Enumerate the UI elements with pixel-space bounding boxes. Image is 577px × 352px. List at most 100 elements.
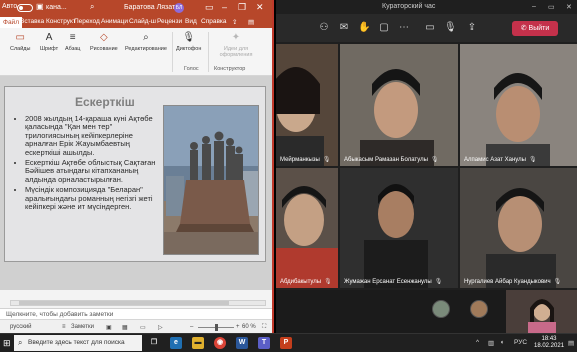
- save-icon[interactable]: ▣: [36, 2, 44, 11]
- maximize-icon[interactable]: ▭: [548, 3, 555, 11]
- notes-button[interactable]: Заметки: [71, 324, 94, 330]
- ppt-title-bar: Авто ▣ кана... ⌕ Баратова Лязат БЛ ▭ – ❐…: [0, 0, 272, 16]
- microphone-icon[interactable]: 🎙: [444, 22, 457, 34]
- language-status[interactable]: русский: [10, 324, 32, 330]
- tab-transitions[interactable]: Переход: [74, 18, 100, 25]
- participant-avatar[interactable]: [432, 300, 450, 318]
- shapes-icon: ◇: [99, 32, 108, 43]
- language-indicator[interactable]: РУС: [514, 339, 527, 346]
- participant-name: Жумажан Ерсанат Есенжанулы 🎙: [344, 279, 443, 285]
- clock-date: 18.02.2021: [534, 343, 565, 349]
- tray-overflow-icon[interactable]: ^: [476, 339, 479, 346]
- file-explorer-icon[interactable]: ▬: [192, 337, 204, 349]
- volume-icon[interactable]: ◖: [500, 339, 504, 346]
- participants-icon[interactable]: ⚇: [318, 22, 330, 34]
- teams-window: Кураторский час – ▭ ✕ ⚇ ✉ ✋ ▢ ⋯ ▭ 🎙 ⇪ ✆ …: [276, 0, 577, 333]
- design-ideas-button[interactable]: ✦ Идеи для оформления: [212, 32, 260, 58]
- slide-body[interactable]: 2008 жылдың 14-қараша күні Ақтөбе қаласы…: [15, 114, 160, 213]
- notes-icon[interactable]: ≡: [62, 324, 66, 330]
- video-tile[interactable]: Абыкасым Рамазан Болатулы 🎙: [340, 44, 458, 166]
- close-icon[interactable]: ✕: [566, 3, 572, 11]
- close-icon[interactable]: ✕: [256, 2, 264, 13]
- mic-muted-icon: 🎙: [553, 279, 562, 285]
- slide-title[interactable]: Ескерткіш: [75, 95, 135, 109]
- tab-help[interactable]: Справка: [201, 18, 227, 25]
- mic-muted-icon: 🎙: [434, 279, 443, 285]
- dictate-button[interactable]: 🎙 Диктофон: [176, 32, 201, 52]
- editing-button[interactable]: ⌕ Редактирование: [125, 32, 167, 52]
- leave-button[interactable]: ✆ Выйти: [512, 21, 558, 36]
- notifications-icon[interactable]: ▤: [568, 339, 574, 347]
- teams-icon[interactable]: T: [258, 337, 270, 349]
- share-screen-icon[interactable]: ⇪: [466, 22, 478, 34]
- video-tile[interactable]: Алпамис Азат Ханулы 🎙: [460, 44, 577, 166]
- tab-animations[interactable]: Анимаци: [101, 18, 128, 25]
- slide-sorter-icon[interactable]: ▦: [122, 324, 128, 331]
- maximize-icon[interactable]: ❐: [238, 2, 246, 13]
- chat-icon[interactable]: ✉: [338, 22, 350, 34]
- more-options-icon[interactable]: ⋯: [398, 22, 410, 34]
- ribbon-display-icon[interactable]: ▭: [205, 2, 214, 13]
- self-video[interactable]: [506, 290, 577, 333]
- clock-time: 18:43: [541, 336, 557, 342]
- network-icon[interactable]: ▥: [488, 339, 494, 347]
- status-bar: русский ≡ Заметки ▣ ▦ ▭ ▷ – + 60 % ⛶: [0, 319, 272, 333]
- minimize-icon[interactable]: –: [222, 2, 227, 12]
- chrome-icon[interactable]: ◉: [214, 337, 226, 349]
- task-view-icon[interactable]: ❐: [148, 337, 160, 349]
- video-tile[interactable]: Жумажан Ерсанат Есенжанулы 🎙: [340, 168, 458, 288]
- horizontal-scrollbar[interactable]: [10, 300, 266, 306]
- zoom-slider-thumb[interactable]: [215, 324, 218, 331]
- participant-video: [460, 44, 577, 166]
- autosave-label: Авто: [2, 3, 18, 10]
- taskbar-search[interactable]: ⌕ Введите здесь текст для поиска: [14, 335, 142, 351]
- tab-slideshow[interactable]: Слайд-ш: [129, 18, 156, 25]
- zoom-out-icon[interactable]: –: [190, 324, 193, 330]
- search-icon[interactable]: ⌕: [90, 2, 94, 12]
- slide-bullet: 2008 жылдың 14-қараша күні Ақтөбе қаласы…: [25, 114, 160, 157]
- breakout-icon[interactable]: ▢: [378, 22, 390, 34]
- tab-file[interactable]: Файл: [0, 17, 22, 28]
- tab-insert[interactable]: Вставка: [20, 18, 44, 25]
- word-icon[interactable]: W: [236, 337, 248, 349]
- start-icon[interactable]: ⊞: [3, 338, 13, 348]
- notes-pane[interactable]: Щелкните, чтобы добавить заметки: [0, 308, 272, 319]
- raise-hand-icon[interactable]: ✋: [358, 22, 370, 34]
- tab-review[interactable]: Рецензи: [157, 18, 182, 25]
- ribbon: ▭ Слайды A Шрифт ≡ Абзац ◇ Рисование ⌕ Р…: [0, 28, 272, 76]
- scrollbar-thumb[interactable]: [19, 301, 229, 305]
- video-tile[interactable]: Мейрманкызы 🎙: [276, 44, 338, 166]
- paragraph-button[interactable]: ≡ Абзац: [65, 32, 80, 52]
- taskbar: ⊞ ⌕ Введите здесь текст для поиска ❐ e ▬…: [0, 333, 577, 352]
- slides-button[interactable]: ▭ Слайды: [10, 32, 30, 52]
- edge-icon[interactable]: e: [170, 337, 182, 349]
- slideshow-view-icon[interactable]: ▷: [158, 324, 163, 331]
- fit-slide-icon[interactable]: ⛶: [262, 324, 266, 331]
- video-tile[interactable]: Нургалиев Айбар Куандыкович 🎙: [460, 168, 577, 288]
- tab-design[interactable]: Конструкт: [46, 18, 76, 25]
- participant-video: [340, 44, 458, 166]
- autosave-toggle[interactable]: [17, 4, 33, 12]
- drawing-button[interactable]: ◇ Рисование: [90, 32, 118, 52]
- user-avatar[interactable]: БЛ: [174, 3, 184, 13]
- find-icon: ⌕: [143, 32, 149, 43]
- normal-view-icon[interactable]: ▣: [106, 324, 112, 331]
- video-tile[interactable]: Абдибакытулы 🎙: [276, 168, 338, 288]
- minimize-icon[interactable]: –: [532, 3, 536, 10]
- participant-avatar[interactable]: [470, 300, 488, 318]
- tab-view[interactable]: Вид: [185, 18, 197, 25]
- font-button[interactable]: A Шрифт: [40, 32, 58, 52]
- ribbon-separator: [172, 32, 173, 72]
- reading-view-icon[interactable]: ▭: [140, 324, 146, 331]
- powerpoint-icon[interactable]: P: [280, 337, 292, 349]
- meeting-title: Кураторский час: [382, 3, 436, 10]
- search-icon: ⌕: [18, 338, 23, 347]
- share-icon[interactable]: ⇪: [232, 18, 237, 26]
- zoom-in-icon[interactable]: +: [236, 324, 240, 330]
- zoom-level[interactable]: 60 %: [242, 324, 256, 330]
- clock[interactable]: 18:43 18.02.2021: [534, 336, 564, 350]
- slide-canvas[interactable]: Ескерткіш 2008 жылдың 14-қараша күні Ақт…: [4, 86, 266, 262]
- comments-icon[interactable]: ▤: [248, 18, 254, 26]
- powerpoint-window: Авто ▣ кана... ⌕ Баратова Лязат БЛ ▭ – ❐…: [0, 0, 274, 333]
- camera-icon[interactable]: ▭: [424, 22, 436, 34]
